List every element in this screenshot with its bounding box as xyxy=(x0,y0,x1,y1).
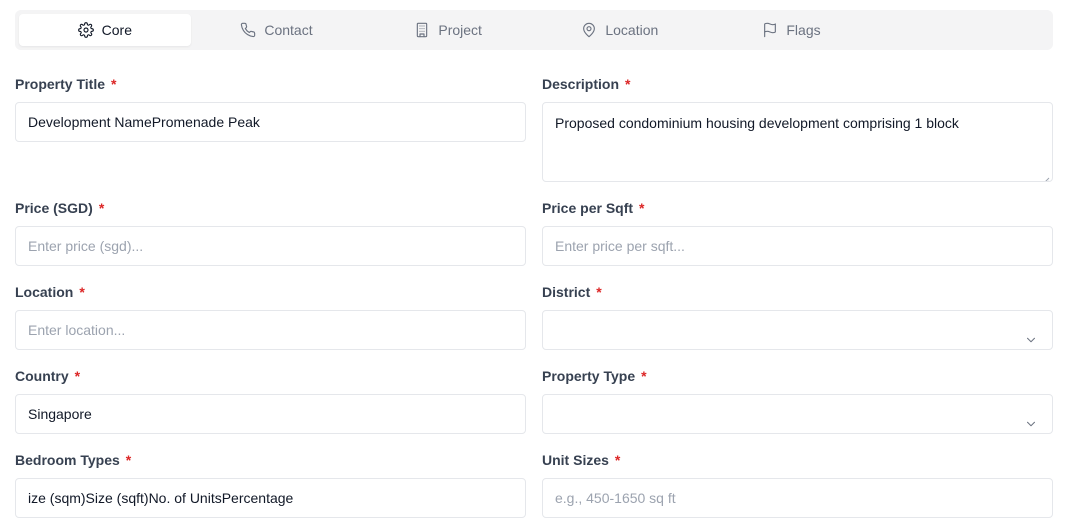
location-field: Location * Enter location... xyxy=(15,282,526,350)
property-type-label: Property Type * xyxy=(542,368,647,384)
price-input[interactable]: Enter price (sgd)... xyxy=(15,226,526,266)
tab-bar: Core Contact Project Location Flags xyxy=(15,10,1053,50)
district-field: District * xyxy=(542,282,1053,350)
building-icon xyxy=(417,22,428,38)
country-label: Country * xyxy=(15,368,81,384)
property-title-input[interactable]: Development NamePromenade Peak xyxy=(15,102,526,142)
tab-contact-label: Contact xyxy=(264,22,313,38)
required-marker: * xyxy=(641,368,647,384)
map-pin-icon xyxy=(583,22,596,38)
chevron-down-icon xyxy=(1024,323,1038,343)
required-marker: * xyxy=(596,284,602,300)
required-marker: * xyxy=(614,452,621,468)
tab-flags[interactable]: Flags xyxy=(706,14,878,46)
bedroom-types-field: Bedroom Types * ize (sqm)Size (sqft)No. o… xyxy=(15,450,526,518)
tab-bar-spacer xyxy=(877,14,1049,46)
description-label: Description * xyxy=(542,76,631,92)
required-marker: * xyxy=(639,200,645,216)
description-text: Proposed condominium housing development… xyxy=(555,115,959,131)
chevron-down-icon xyxy=(1024,407,1038,427)
district-select[interactable] xyxy=(542,310,1053,350)
bedroom-types-label: Bedroom Types * xyxy=(15,452,132,468)
tab-location[interactable]: Location xyxy=(534,14,706,46)
price-field: Price (SGD) * Enter price (sgd)... xyxy=(15,198,526,266)
required-marker: * xyxy=(79,284,85,300)
gear-icon xyxy=(77,22,94,38)
tab-project-label: Project xyxy=(438,22,482,38)
required-marker: * xyxy=(98,200,105,216)
required-marker: * xyxy=(625,76,631,92)
unit-sizes-input[interactable]: e.g., 450-1650 sq ft xyxy=(542,478,1053,518)
required-marker: * xyxy=(74,368,81,384)
price-per-sqft-input[interactable]: Enter price per sqft... xyxy=(542,226,1053,266)
tab-flags-label: Flags xyxy=(786,22,821,38)
tab-core[interactable]: Core xyxy=(19,14,191,46)
phone-icon xyxy=(241,22,256,38)
description-field: Description * Proposed condominium housin… xyxy=(542,74,1053,182)
description-textarea[interactable]: Proposed condominium housing development… xyxy=(542,102,1053,182)
country-input[interactable]: Singapore xyxy=(15,394,526,434)
bedroom-types-input[interactable]: ize (sqm)Size (sqft)No. of UnitsPercenta… xyxy=(15,478,526,518)
country-field: Country * Singapore xyxy=(15,366,526,434)
district-label: District * xyxy=(542,284,602,300)
flag-icon xyxy=(764,22,777,38)
location-label: Location * xyxy=(15,284,85,300)
price-per-sqft-label: Price per Sqft * xyxy=(542,200,645,216)
price-per-sqft-field: Price per Sqft * Enter price per sqft... xyxy=(542,198,1053,266)
property-type-select[interactable] xyxy=(542,394,1053,434)
tab-project[interactable]: Project xyxy=(362,14,534,46)
price-label: Price (SGD) * xyxy=(15,200,105,216)
tab-location-label: Location xyxy=(605,22,659,38)
resize-handle-icon[interactable] xyxy=(1041,170,1050,181)
property-type-field: Property Type * xyxy=(542,366,1053,434)
required-marker: * xyxy=(111,76,117,92)
required-marker: * xyxy=(125,452,132,468)
unit-sizes-label: Unit Sizes * xyxy=(542,452,621,468)
location-input[interactable]: Enter location... xyxy=(15,310,526,350)
unit-sizes-field: Unit Sizes * e.g., 450-1650 sq ft xyxy=(542,450,1053,518)
tab-core-label: Core xyxy=(101,22,132,38)
tab-contact[interactable]: Contact xyxy=(191,14,363,46)
property-title-field: Property Title * Development NamePromenad… xyxy=(15,74,526,142)
property-title-label: Property Title * xyxy=(15,76,117,92)
